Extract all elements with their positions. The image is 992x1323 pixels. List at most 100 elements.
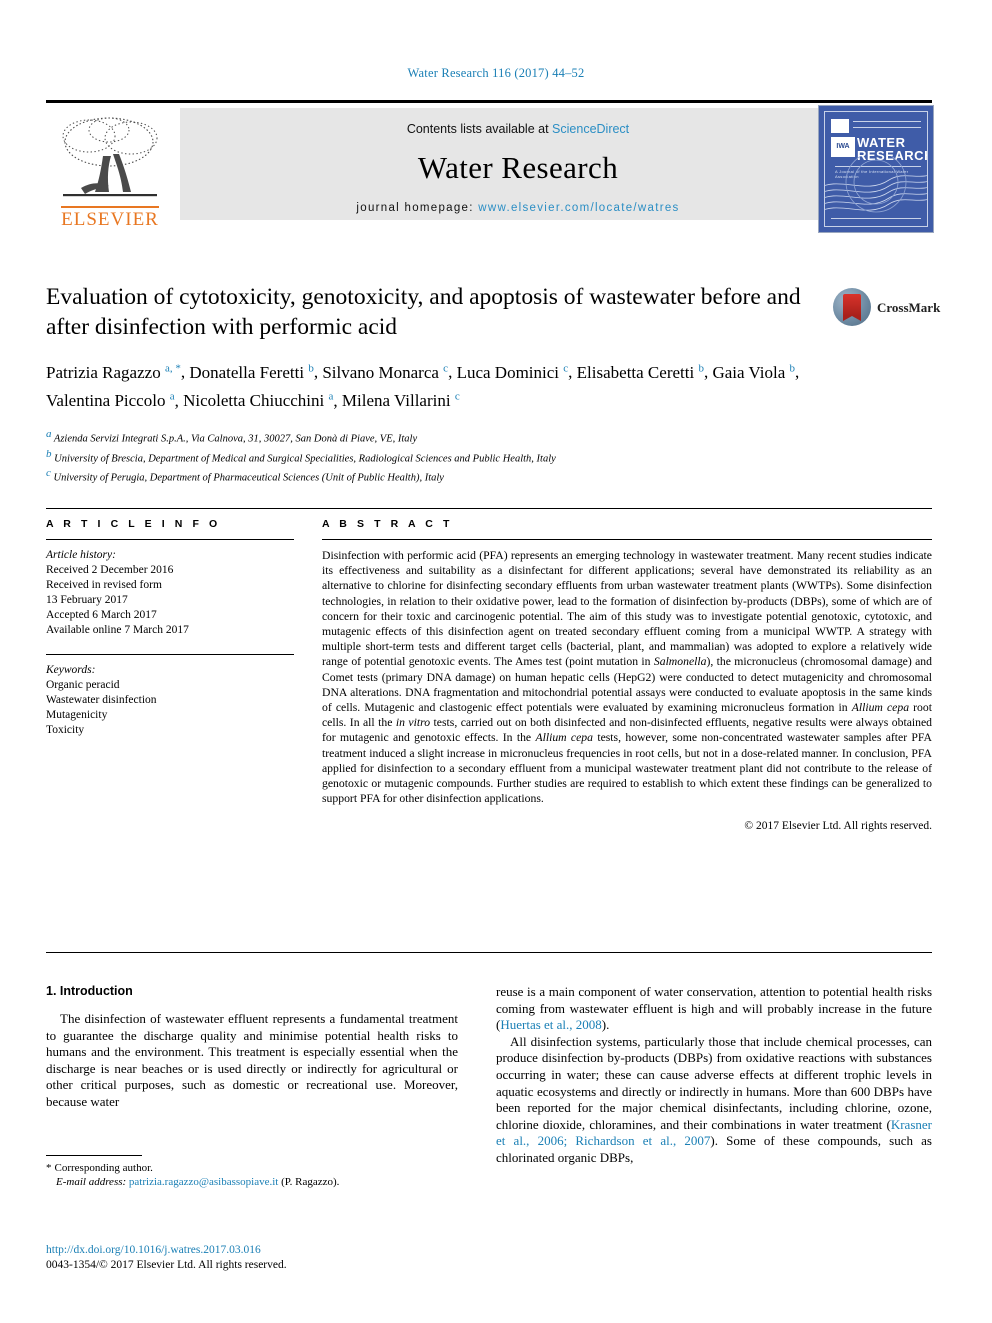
author-name: Nicoletta Chiucchini a — [183, 390, 334, 411]
intro-paragraph-1: The disinfection of wastewater effluent … — [46, 1011, 458, 1109]
corresponding-author-text: Corresponding author. — [54, 1162, 153, 1174]
title-block: Evaluation of cytotoxicity, genotoxicity… — [46, 282, 816, 486]
author-name: Milena Villarini c — [341, 390, 460, 411]
intro-p2-text: All disinfection systems, particularly t… — [496, 1033, 932, 1132]
footer-doi-block: http://dx.doi.org/10.1016/j.watres.2017.… — [46, 1243, 546, 1273]
author-affiliation-mark: a — [169, 390, 175, 403]
affiliation: b University of Brescia, Department of M… — [46, 447, 556, 465]
doi-link[interactable]: http://dx.doi.org/10.1016/j.watres.2017.… — [46, 1243, 546, 1258]
abstract-italic-term: Allium cepa — [535, 731, 593, 745]
journal-cover-thumbnail: IWA WATER RESEARCH A Journal of the Inte… — [818, 105, 934, 233]
abstract-italic-term: Salmonella — [653, 655, 707, 669]
affiliation-mark: c — [46, 467, 51, 480]
keywords-rule — [46, 654, 294, 655]
abstract-segment: Disinfection with performic acid (PFA) r… — [322, 549, 932, 669]
author-affiliation-mark: b — [308, 362, 314, 374]
keyword-item: Toxicity — [46, 724, 85, 736]
author-name: Patrizia Ragazzo a, * — [46, 362, 181, 382]
intro-left-column: 1. Introduction The disinfection of wast… — [46, 984, 458, 1111]
author-name: Luca Dominici c — [456, 362, 569, 382]
journal-cover-inner: IWA WATER RESEARCH A Journal of the Inte… — [824, 111, 928, 227]
author-affiliation-mark: b — [789, 362, 795, 374]
cover-bottom-rule — [831, 218, 921, 222]
author-name: Gaia Viola b — [712, 362, 795, 382]
abstract-copyright: © 2017 Elsevier Ltd. All rights reserved… — [744, 820, 932, 833]
keywords-lines: Organic peracid Wastewater disinfection Mu… — [46, 678, 294, 738]
author-affiliation-mark: c — [454, 390, 460, 403]
page-title: Evaluation of cytotoxicity, genotoxicity… — [46, 284, 801, 340]
abstract-column: A B S T R A C T Disinfection with perfor… — [322, 518, 932, 832]
footnote-rule — [46, 1155, 142, 1156]
abstract-heading: A B S T R A C T — [322, 518, 453, 530]
affiliation: c University of Perugia, Department of P… — [46, 467, 444, 484]
journal-title: Water Research — [417, 150, 619, 185]
keywords-block: Keywords: Organic peracid Wastewater disi… — [46, 654, 294, 738]
keyword-item: Mutagenicity — [46, 709, 108, 721]
author-name: Silvano Monarca c — [322, 362, 449, 382]
body-top-rule — [46, 952, 932, 953]
running-head: Water Research 116 (2017) 44–52 — [407, 66, 585, 80]
article-history-item: Available online 7 March 2017 — [46, 624, 189, 636]
cover-elsevier-mark — [831, 119, 849, 133]
keyword-item: Wastewater disinfection — [46, 694, 157, 706]
author-name: Elisabetta Ceretti b — [576, 362, 704, 382]
author-affiliation-mark: a — [328, 390, 334, 403]
masthead-top-rule — [46, 100, 932, 103]
author-name: Valentina Piccolo a — [46, 390, 175, 411]
intro-p1-tail: ). — [601, 1017, 610, 1033]
keyword-item: Organic peracid — [46, 679, 120, 691]
crossmark-badge[interactable]: CrossMark — [833, 288, 940, 328]
affiliation-mark: a — [46, 428, 52, 441]
contents-line: Contents lists available at ScienceDirec… — [180, 108, 856, 136]
email-link[interactable]: patrizia.ragazzo@asibassopiave.it — [129, 1176, 278, 1188]
author-affiliation-mark: c — [563, 362, 569, 374]
cover-wave-graphic — [825, 151, 927, 218]
abstract-italic-term: in vitro — [395, 716, 431, 730]
footnote-star-icon: * — [46, 1162, 52, 1174]
section-heading-introduction: 1. Introduction — [46, 984, 133, 998]
article-history-item: Received in revised form — [46, 579, 162, 591]
author-affiliation-mark: a, * — [164, 362, 181, 374]
cover-top-rule — [853, 121, 921, 128]
homepage-label: journal homepage: — [356, 202, 474, 214]
abstract-top-rule — [46, 508, 932, 509]
crossmark-disc-icon — [833, 288, 871, 326]
article-history-item: Received 2 December 2016 — [46, 564, 174, 576]
article-history-title: Article history: — [46, 549, 116, 561]
corresponding-author-line: * Corresponding author. — [46, 1161, 458, 1175]
keywords-title: Keywords: — [46, 664, 96, 676]
homepage-url-link[interactable]: www.elsevier.com/locate/watres — [478, 202, 679, 214]
article-history-item: 13 February 2017 — [46, 594, 128, 606]
author-affiliation-mark: c — [443, 362, 449, 374]
article-history-lines: Received 2 December 2016 Received in revi… — [46, 563, 294, 638]
abstract-italic-term: Allium cepa — [851, 701, 910, 715]
elsevier-wordmark: ELSEVIER — [61, 206, 159, 231]
article-history-item: Accepted 6 March 2017 — [46, 609, 157, 621]
affiliation-list: a Azienda Servizi Integrati S.p.A., Via … — [46, 427, 816, 486]
email-label: E-mail address: — [56, 1176, 127, 1188]
journal-band: Contents lists available at ScienceDirec… — [180, 108, 856, 220]
journal-article-page: Water Research 116 (2017) 44–52 ELSEVIER… — [0, 0, 992, 1323]
affiliation-mark: b — [46, 447, 52, 460]
abstract-text: Disinfection with performic acid (PFA) r… — [322, 548, 932, 806]
corresponding-author-footnote: * Corresponding author. E-mail address: p… — [46, 1155, 458, 1189]
issn-copyright-line: 0043-1354/© 2017 Elsevier Ltd. All right… — [46, 1259, 287, 1271]
email-line: E-mail address: patrizia.ragazzo@asibass… — [46, 1175, 458, 1189]
article-info-heading: A R T I C L E I N F O — [46, 518, 221, 530]
crossmark-label: CrossMark — [877, 300, 941, 315]
elsevier-logo: ELSEVIER — [46, 108, 174, 230]
article-info-rule — [46, 539, 294, 540]
journal-masthead: ELSEVIER Contents lists available at Sci… — [46, 100, 934, 233]
article-info-column: A R T I C L E I N F O Article history: R… — [46, 518, 294, 738]
sciencedirect-link[interactable]: ScienceDirect — [552, 122, 629, 136]
citation-huertas[interactable]: Huertas et al., 2008 — [500, 1017, 601, 1032]
author-list: Patrizia Ragazzo a, *, Donatella Feretti… — [46, 362, 800, 411]
elsevier-tree-icon — [51, 112, 169, 204]
author-affiliation-mark: b — [698, 362, 704, 374]
crossmark-book-icon — [843, 294, 861, 321]
abstract-rule — [322, 539, 932, 540]
intro-right-column: reuse is a main component of water conse… — [496, 984, 932, 1167]
author-name: Donatella Feretti b — [189, 362, 314, 382]
contents-prefix: Contents lists available at — [406, 122, 549, 136]
intro-paragraph-1-continued: reuse is a main component of water conse… — [496, 984, 932, 1034]
